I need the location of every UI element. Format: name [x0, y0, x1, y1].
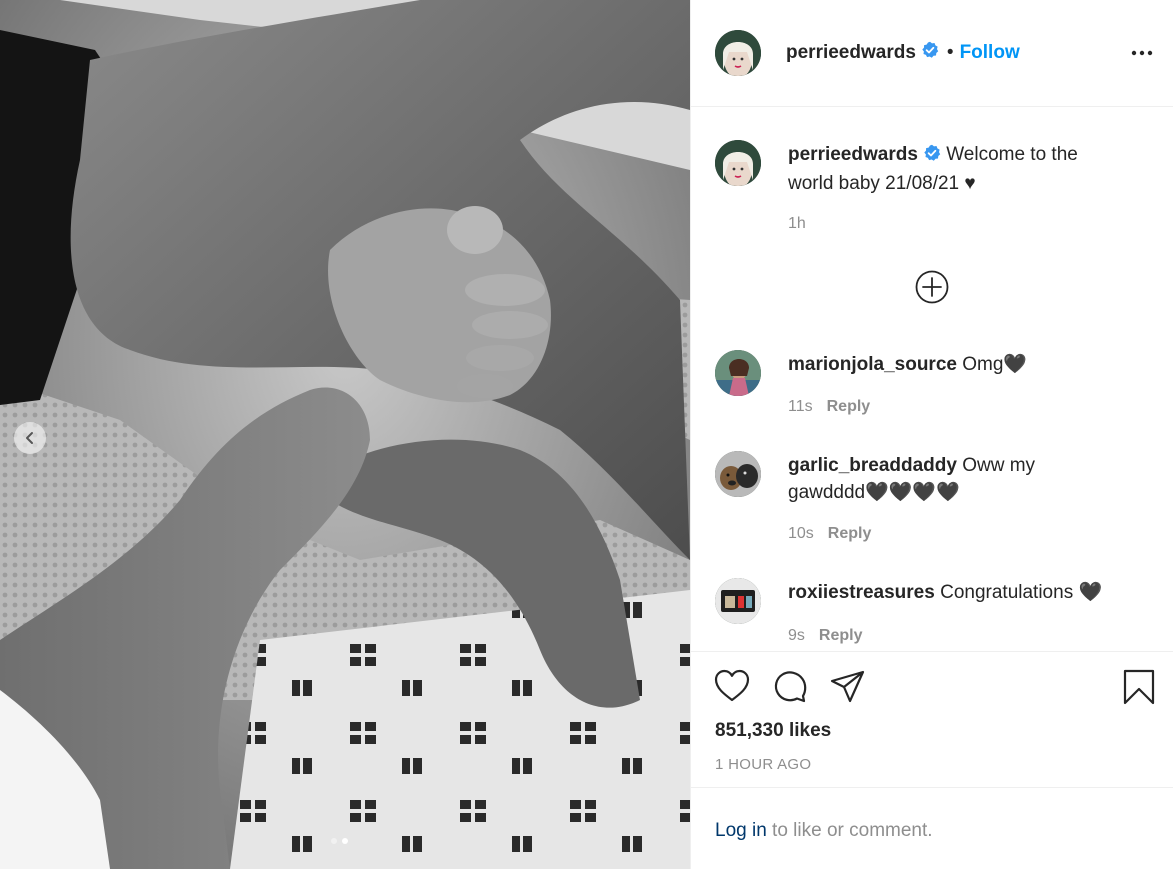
caption-text-line-2: world baby 21/08/21 ♥ — [788, 173, 976, 194]
share-button[interactable] — [830, 670, 866, 709]
comment-meta: 11s Reply — [788, 398, 870, 416]
comment-button[interactable] — [772, 669, 808, 710]
comment-username[interactable]: garlic_breaddaddy — [788, 455, 957, 476]
login-link[interactable]: Log in — [715, 820, 767, 841]
carousel-prev-button[interactable] — [14, 422, 46, 454]
author-username[interactable]: perrieedwards — [786, 42, 916, 64]
load-more-comments-button[interactable] — [915, 270, 949, 309]
bookmark-icon — [1123, 669, 1155, 705]
login-prompt-text: to like or comment. — [766, 820, 933, 841]
comment: garlic_breaddaddy Oww my gawdddd🖤🖤🖤🖤 — [788, 452, 1078, 506]
avatar-image — [715, 30, 761, 76]
verified-badge-icon — [923, 143, 941, 170]
separator-dot: • — [946, 41, 954, 63]
reply-button[interactable]: Reply — [819, 627, 863, 644]
header-user-line: perrieedwards • Follow — [786, 41, 1020, 64]
comment-text-line-2: gawdddd🖤🖤🖤🖤 — [788, 482, 960, 503]
carousel-dot-active — [342, 838, 348, 844]
share-icon — [830, 670, 865, 703]
avatar-image — [715, 140, 761, 186]
hands-and-baby-foot-image — [0, 0, 690, 869]
commenter-avatar[interactable] — [715, 451, 761, 497]
caption-username[interactable]: perrieedwards — [788, 144, 918, 165]
reply-button[interactable]: Reply — [827, 398, 871, 415]
caption-text: Welcome to the — [946, 144, 1078, 165]
login-prompt: Log in to like or comment. — [691, 787, 1173, 869]
comment-text: Omg🖤 — [962, 354, 1028, 375]
avatar-image — [715, 578, 761, 624]
avatar-image — [715, 350, 761, 396]
add-circle-icon — [915, 270, 949, 304]
carousel-indicator — [331, 838, 348, 844]
comment: marionjola_source Omg🖤 — [788, 351, 1027, 378]
avatar-image — [715, 451, 761, 497]
more-options-icon — [1131, 50, 1153, 56]
comment-time: 9s — [788, 627, 805, 644]
comment-icon — [774, 671, 807, 703]
post-time: 1 HOUR AGO — [715, 756, 812, 773]
comment-text: Oww my — [962, 455, 1036, 476]
chevron-left-icon — [26, 432, 33, 444]
post-photo — [0, 0, 690, 869]
caption-avatar[interactable] — [715, 140, 761, 186]
verified-badge-icon — [921, 41, 939, 64]
comment-time: 10s — [788, 525, 814, 542]
post-actions: 851,330 likes 1 HOUR AGO — [691, 651, 1173, 787]
post-side-panel: perrieedwards • Follow perrieedwards Wel… — [690, 0, 1173, 869]
comment: roxiiestreasures Congratulations 🖤 — [788, 579, 1102, 606]
comment-meta: 9s Reply — [788, 627, 862, 645]
more-options-button[interactable] — [1131, 46, 1153, 65]
commenter-avatar[interactable] — [715, 350, 761, 396]
comment-username[interactable]: roxiiestreasures — [788, 582, 935, 603]
like-button[interactable] — [714, 669, 750, 708]
comment-meta: 10s Reply — [788, 525, 871, 543]
reply-button[interactable]: Reply — [828, 525, 872, 542]
post-header: perrieedwards • Follow — [691, 0, 1173, 107]
heart-icon — [714, 669, 750, 702]
comment-username[interactable]: marionjola_source — [788, 354, 957, 375]
caption: perrieedwards Welcome to the world baby … — [788, 141, 1148, 197]
avatar[interactable] — [715, 30, 761, 76]
comment-time: 11s — [788, 398, 813, 415]
carousel-dot — [331, 838, 337, 844]
save-button[interactable] — [1122, 669, 1156, 710]
likes-count[interactable]: 851,330 likes — [715, 720, 831, 742]
comment-text: Congratulations 🖤 — [940, 582, 1103, 603]
follow-button[interactable]: Follow — [960, 42, 1020, 64]
caption-timestamp: 1h — [788, 215, 806, 232]
commenter-avatar[interactable] — [715, 578, 761, 624]
